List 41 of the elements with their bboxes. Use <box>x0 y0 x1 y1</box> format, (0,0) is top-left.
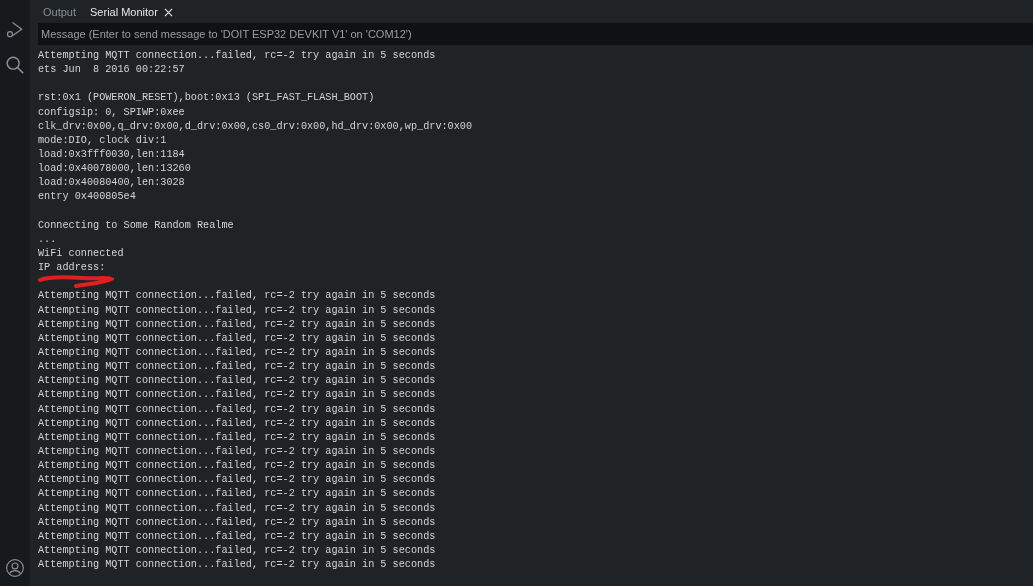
log-line: ets Jun 8 2016 00:22:57 <box>38 63 185 78</box>
log-line: load:0x40080400,len:3028 <box>38 176 185 191</box>
run-debug-icon[interactable] <box>5 20 25 40</box>
log-line: Attempting MQTT connection...failed, rc=-2 try again in 5 seconds <box>38 529 436 544</box>
log-line: Attempting MQTT connection...failed, rc=-2 try again in 5 seconds <box>38 303 436 318</box>
log-line: mode:DIO, clock div:1 <box>38 133 167 148</box>
log-line: clk_drv:0x00,q_drv:0x00,d_drv:0x00,cs0_drv:0x00,hd_drv:0x00,wp_drv:0x00 <box>38 119 473 134</box>
message-field[interactable]: Message (Enter to send message to 'DOIT ESP32 DEVKIT V1' on 'COM12') <box>38 23 1033 45</box>
log-line: Connecting to Some Random Realme <box>38 218 234 233</box>
log-line: Attempting MQTT connection...failed, rc=-2 try again in 5 seconds <box>38 487 436 502</box>
account-icon[interactable] <box>5 558 25 578</box>
log-line: entry 0x400805e4 <box>38 190 136 205</box>
log-line: Attempting MQTT connection...failed, rc=-2 try again in 5 seconds <box>38 374 436 389</box>
log-line: Attempting MQTT connection...failed, rc=-2 try again in 5 seconds <box>38 459 436 474</box>
log-line: load:0x40078000,len:13260 <box>38 162 191 177</box>
log-line: Attempting MQTT connection...failed, rc=-2 try again in 5 seconds <box>38 402 436 417</box>
panel-tab[interactable]: Output <box>41 0 79 24</box>
log-line: Attempting MQTT connection...failed, rc=-2 try again in 5 seconds <box>38 501 436 516</box>
log-line: Attempting MQTT connection...failed, rc=-2 try again in 5 seconds <box>38 558 436 573</box>
log-line: WiFi connected <box>38 246 124 261</box>
close-icon[interactable] <box>163 7 173 17</box>
log-line: configsip: 0, SPIWP:0xee <box>38 105 185 120</box>
panel-tab[interactable]: Serial Monitor <box>88 0 175 24</box>
log-line: load:0x3fff0030,len:1184 <box>38 148 185 162</box>
log-line: Attempting MQTT connection...failed, rc=-2 try again in 5 seconds <box>38 543 436 558</box>
log-line: Attempting MQTT connection...failed, rc=-2 try again in 5 seconds <box>38 515 436 530</box>
log-line: Attempting MQTT connection...failed, rc=-2 try again in 5 seconds <box>38 388 436 403</box>
search-icon[interactable] <box>4 54 26 76</box>
log-line: Attempting MQTT connection...failed, rc=-2 try again in 5 seconds <box>38 430 436 445</box>
log-line: rst:0x1 (POWERON_RESET),boot:0x13 (SPI_FAST_FLASH_BOOT) <box>38 91 375 106</box>
log-line: Attempting MQTT connection...failed, rc=-2 try again in 5 seconds <box>38 317 436 332</box>
log-line: Attempting MQTT connection...failed, rc=-2 try again in 5 seconds <box>38 360 436 375</box>
log-line: Attempting MQTT connection...failed, rc=-2 try again in 5 seconds <box>38 444 436 459</box>
log-line: IP address: <box>38 261 106 276</box>
log-line: Attempting MQTT connection...failed, rc=-2 try again in 5 seconds <box>38 473 436 488</box>
log-line: Attempting MQTT connection...failed, rc=-2 try again in 5 seconds <box>38 289 436 304</box>
log-line: Attempting MQTT connection...failed, rc=-2 try again in 5 seconds <box>38 49 436 63</box>
log-line: Attempting MQTT connection...failed, rc=-2 try again in 5 seconds <box>38 345 436 360</box>
log-line: Attempting MQTT connection...failed, rc=-2 try again in 5 seconds <box>38 331 436 346</box>
log-line: Attempting MQTT connection...failed, rc=-2 try again in 5 seconds <box>38 416 436 431</box>
log-line: ... <box>38 232 57 247</box>
